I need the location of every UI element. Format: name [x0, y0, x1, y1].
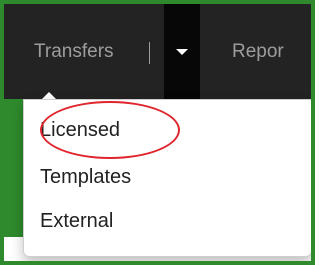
menu-item-external[interactable]: External — [40, 210, 113, 233]
menu-item-licensed-label: Licensed — [40, 119, 121, 141]
menu-item-licensed[interactable]: Licensed — [40, 119, 120, 142]
nav-transfers-link[interactable]: Transfers — [22, 4, 126, 99]
caret-down-icon — [176, 48, 188, 55]
menu-item-templates-label: Templates — [40, 166, 132, 188]
menu-item-external-label: External — [40, 210, 114, 232]
nav-reports-label: Repor — [232, 40, 284, 62]
nav-transfers-label: Transfers — [34, 40, 114, 62]
menu-item-templates[interactable]: Templates — [40, 166, 131, 189]
top-navbar: Transfers Repor — [4, 4, 311, 99]
nav-separator — [149, 42, 150, 64]
nav-reports-link[interactable]: Repor — [222, 4, 294, 99]
transfers-dropdown-toggle[interactable] — [164, 4, 200, 99]
screenshot-frame: Transfers Repor Licensed Templates Exter… — [0, 0, 315, 265]
